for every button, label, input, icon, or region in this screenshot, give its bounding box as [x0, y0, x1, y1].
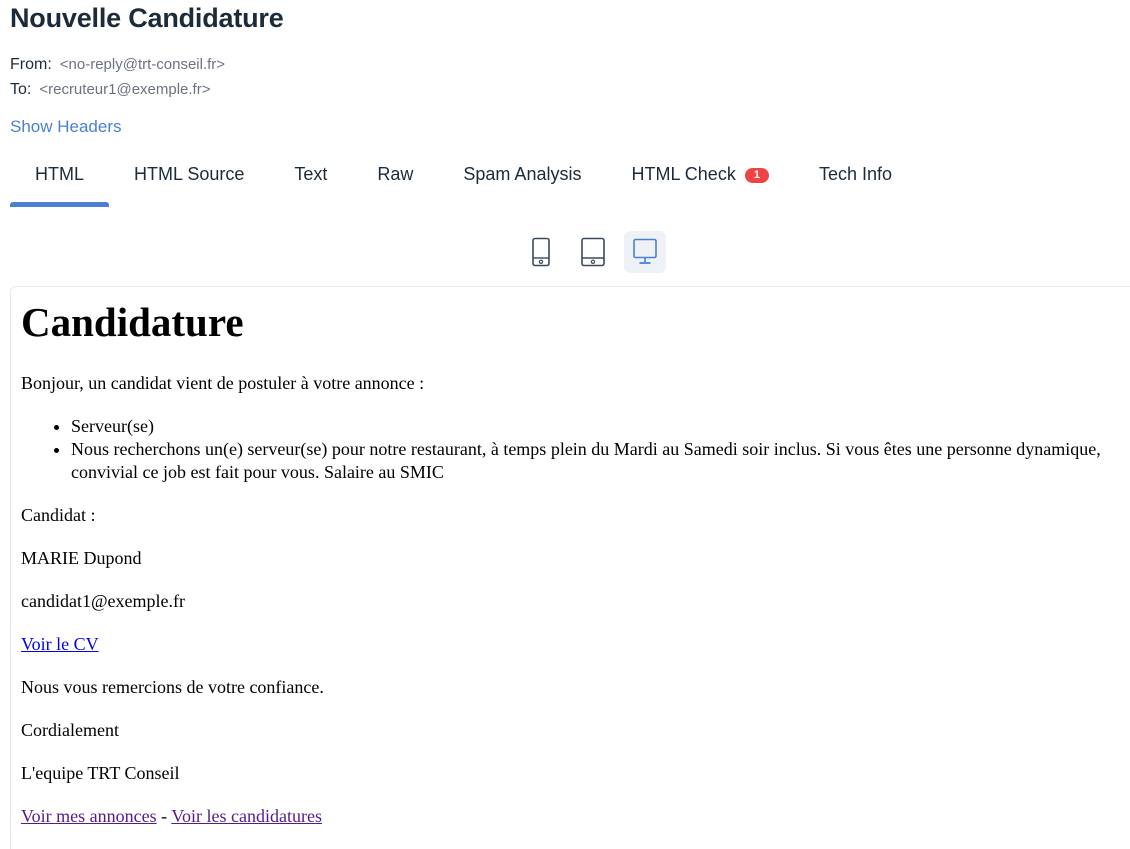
tab-label: HTML — [35, 164, 84, 184]
to-address: <recruteur1@exemple.fr> — [39, 81, 211, 98]
tab-text[interactable]: Text — [269, 150, 352, 207]
from-row: From: <no-reply@trt-conseil.fr> — [10, 56, 225, 74]
tab-raw[interactable]: Raw — [352, 150, 438, 207]
tab-spam-analysis[interactable]: Spam Analysis — [438, 150, 606, 207]
tablet-view-button[interactable] — [572, 231, 614, 273]
from-label: From: — [10, 56, 52, 73]
to-row: To: <recruteur1@exemple.fr> — [10, 81, 210, 99]
thanks-text: Nous vous remercions de votre confiance. — [21, 677, 324, 697]
list-item: Serveur(se) — [71, 415, 1121, 438]
candidate-label: Candidat : — [21, 505, 96, 525]
show-headers-link[interactable]: Show Headers — [10, 117, 122, 137]
email-heading: Candidature — [21, 299, 244, 345]
list-item: Nous recherchons un(e) serveur(se) pour … — [71, 438, 1121, 484]
mobile-view-button[interactable] — [520, 231, 562, 273]
cv-paragraph: Voir le CV — [21, 634, 99, 655]
desktop-view-button[interactable] — [624, 231, 666, 273]
tab-tech-info[interactable]: Tech Info — [794, 150, 917, 207]
tab-label: Spam Analysis — [463, 164, 582, 184]
offer-list: Serveur(se) Nous recherchons un(e) serve… — [21, 415, 1121, 484]
view-cv-link[interactable]: Voir le CV — [21, 634, 99, 654]
to-label: To: — [10, 81, 32, 98]
email-subject: Nouvelle Candidature — [10, 3, 284, 33]
intro-text: Bonjour, un candidat vient de postuler à… — [21, 373, 425, 393]
view-annonces-link[interactable]: Voir mes annonces — [21, 806, 157, 826]
tab-label: Tech Info — [818, 164, 893, 184]
tab-label: HTML Source — [134, 164, 245, 184]
tab-html-source[interactable]: HTML Source — [109, 150, 269, 207]
candidate-name: MARIE Dupond — [21, 548, 142, 568]
from-address: <no-reply@trt-conseil.fr> — [59, 56, 226, 73]
mobile-icon — [532, 237, 550, 267]
view-tabs: HTML HTML Source Text Raw Spam Analysis … — [10, 150, 917, 207]
tablet-icon — [581, 237, 605, 267]
footer-links: Voir mes annonces - Voir les candidature… — [21, 806, 322, 827]
tab-label: HTML Check — [631, 164, 736, 184]
link-separator: - — [156, 806, 172, 826]
candidate-email: candidat1@exemple.fr — [21, 591, 186, 611]
closing-text: Cordialement — [21, 720, 119, 740]
signature-text: L'equipe TRT Conseil — [21, 763, 180, 783]
desktop-icon — [633, 238, 657, 264]
tab-html[interactable]: HTML — [10, 150, 109, 207]
email-preview: Candidature Bonjour, un candidat vient d… — [10, 286, 1130, 849]
device-switcher — [520, 231, 666, 273]
tab-html-check[interactable]: HTML Check 1 — [606, 150, 794, 207]
view-candidatures-link[interactable]: Voir les candidatures — [171, 806, 322, 826]
tab-label: Text — [294, 164, 328, 184]
html-check-count-badge: 1 — [744, 168, 769, 183]
tab-label: Raw — [377, 164, 414, 184]
